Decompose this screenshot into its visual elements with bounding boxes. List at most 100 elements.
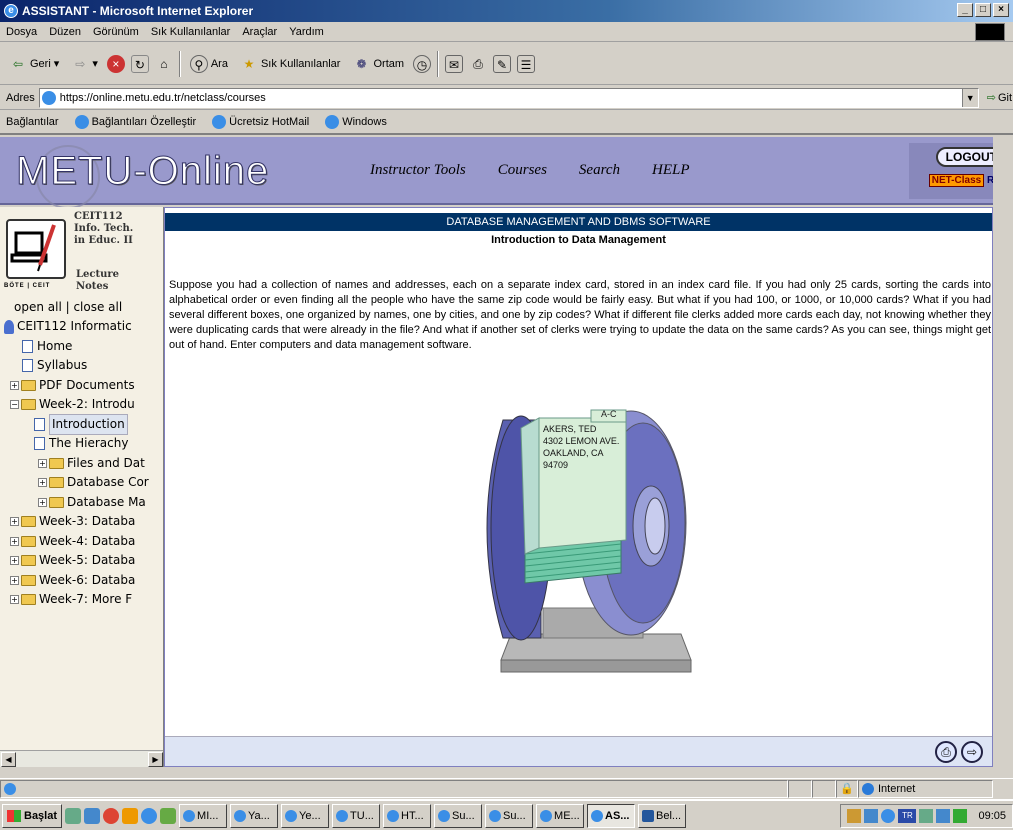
print-icon[interactable]: ⎙ <box>935 741 957 763</box>
expand-icon[interactable]: + <box>10 517 19 527</box>
quicklaunch-icon[interactable] <box>122 807 139 824</box>
show-desktop-icon[interactable] <box>65 807 82 824</box>
tree-item-pdf-documents[interactable]: + PDF Documents <box>4 376 149 396</box>
tree-item-week-3[interactable]: + Week-3: Databa <box>4 512 149 532</box>
expand-icon[interactable]: + <box>38 458 47 468</box>
quicklaunch-icon[interactable] <box>160 807 177 824</box>
nav-instructor-tools[interactable]: Instructor Tools <box>370 162 466 179</box>
tree-root[interactable]: CEIT112 Informatic <box>4 317 149 337</box>
home-icon[interactable]: ⌂ <box>155 55 173 73</box>
tray-icon[interactable] <box>919 808 934 823</box>
windows-logo-icon <box>975 23 1005 41</box>
forward-button[interactable]: ⇨ ▾ <box>68 49 101 79</box>
tree-item-week-2[interactable]: − Week-2: Introdu <box>4 395 149 415</box>
tree-item-home[interactable]: Home <box>4 337 149 357</box>
stop-icon[interactable]: × <box>106 54 125 73</box>
history-icon[interactable]: ◷ <box>413 54 432 73</box>
menu-help[interactable]: Yardım <box>289 26 324 38</box>
taskbar-button[interactable]: TU... <box>332 803 381 828</box>
taskbar-button[interactable]: Bel... <box>638 803 687 828</box>
tree-item-week-4[interactable]: + Week-4: Databa <box>4 532 149 552</box>
link-customize[interactable]: Bağlantıları Özelleştir <box>74 115 196 129</box>
tree-item-syllabus[interactable]: Syllabus <box>4 356 149 376</box>
expand-icon[interactable]: + <box>10 595 19 605</box>
address-input[interactable]: https://online.metu.edu.tr/netclass/cour… <box>38 87 979 108</box>
expand-icon[interactable]: + <box>10 380 19 390</box>
ie-quicklaunch-icon[interactable] <box>141 807 158 824</box>
taskbar-button[interactable]: Su... <box>485 803 534 828</box>
tray-icon[interactable] <box>953 808 968 823</box>
tree-item-week-7[interactable]: + Week-7: More F <box>4 590 149 610</box>
menu-bar: Dosya Düzen Görünüm Sık Kullanılanlar Ar… <box>0 22 1013 42</box>
search-button[interactable]: ⚲ Ara <box>187 49 231 79</box>
nav-search[interactable]: Search <box>579 162 620 179</box>
tree-label: Week-2: Introdu <box>39 397 135 411</box>
media-button[interactable]: ❁ Ortam <box>349 49 407 79</box>
page-title: Introduction to Data Management <box>491 234 666 246</box>
taskbar-button[interactable]: MI... <box>179 803 228 828</box>
discuss-icon[interactable]: ☰ <box>517 54 536 73</box>
menu-tools[interactable]: Araçlar <box>242 26 277 38</box>
title-bar: e ASSISTANT - Microsoft Internet Explore… <box>0 0 1013 22</box>
back-button[interactable]: ⇦ Geri ▾ <box>6 49 62 79</box>
scroll-right-icon[interactable]: ▶ <box>148 752 163 767</box>
tree-item-week-5[interactable]: + Week-5: Databa <box>4 551 149 571</box>
nav-courses[interactable]: Courses <box>498 162 547 179</box>
site-logo[interactable]: METU-Online <box>15 149 269 194</box>
tree-label: Syllabus <box>37 358 88 372</box>
scroll-left-icon[interactable]: ◀ <box>1 752 16 767</box>
print-icon[interactable]: ⎙ <box>469 55 487 73</box>
tree-item-introduction[interactable]: Introduction <box>4 413 149 435</box>
quicklaunch-icon[interactable] <box>84 807 101 824</box>
tree-item-database-ma[interactable]: + Database Ma <box>4 493 149 513</box>
menu-view[interactable]: Görünüm <box>93 26 139 38</box>
clock[interactable]: 09:05 <box>978 810 1006 822</box>
expand-icon[interactable]: + <box>10 575 19 585</box>
menu-favorites[interactable]: Sık Kullanılanlar <box>151 26 231 38</box>
tray-icon[interactable] <box>847 808 862 823</box>
close-button[interactable]: × <box>993 3 1009 17</box>
open-close-all[interactable]: open all | close all <box>14 300 122 314</box>
taskbar-button[interactable]: Su... <box>434 803 483 828</box>
maximize-button[interactable]: □ <box>975 3 991 17</box>
taskbar-button[interactable]: ME... <box>536 803 585 828</box>
tree-item-week-6[interactable]: + Week-6: Databa <box>4 571 149 591</box>
expand-icon[interactable]: + <box>38 478 47 488</box>
quicklaunch-icon[interactable] <box>103 807 120 824</box>
tray-icon[interactable] <box>864 808 879 823</box>
folder-icon <box>49 457 64 469</box>
expand-icon[interactable]: + <box>38 497 47 507</box>
search-label: Ara <box>210 57 228 70</box>
taskbar-button[interactable]: HT... <box>383 803 432 828</box>
refresh-icon[interactable]: ↻ <box>130 54 149 73</box>
collapse-icon[interactable]: − <box>10 400 19 410</box>
go-button[interactable]: ⇨ Git <box>987 91 1012 105</box>
expand-icon[interactable]: + <box>10 556 19 566</box>
minimize-button[interactable]: _ <box>957 3 973 17</box>
next-page-arrow-icon[interactable]: ⇨ <box>961 741 983 763</box>
mail-icon[interactable]: ✉ <box>445 54 464 73</box>
security-cell: 🔒 <box>836 779 858 798</box>
language-indicator[interactable]: TR <box>898 808 917 823</box>
link-hotmail[interactable]: Ücretsiz HotMail <box>212 115 309 129</box>
edit-icon[interactable]: ✎ <box>493 54 512 73</box>
expand-icon[interactable]: + <box>10 536 19 546</box>
nav-help[interactable]: HELP <box>652 162 690 179</box>
taskbar-button[interactable]: Ya... <box>230 803 279 828</box>
menu-file[interactable]: Dosya <box>6 26 37 38</box>
tree-item-database-con[interactable]: + Database Cor <box>4 473 149 493</box>
sidebar-horizontal-scrollbar[interactable]: ◀ ▶ <box>0 750 163 767</box>
tree-item-files-and-data[interactable]: + Files and Dat <box>4 454 149 474</box>
tray-icon[interactable] <box>936 808 951 823</box>
address-dropdown-icon[interactable]: ▼ <box>961 88 978 107</box>
link-windows[interactable]: Windows <box>325 115 387 129</box>
favorites-button[interactable]: ★ Sık Kullanılanlar <box>237 49 344 79</box>
taskbar-button[interactable]: Ye... <box>281 803 330 828</box>
tree-item-hierachy[interactable]: The Hierachy <box>4 434 149 454</box>
taskbar-button-active[interactable]: AS... <box>587 803 636 828</box>
start-button[interactable]: Başlat <box>2 803 63 828</box>
tray-icon[interactable] <box>881 808 896 823</box>
favorites-label: Sık Kullanılanlar <box>260 57 341 70</box>
menu-edit[interactable]: Düzen <box>49 26 81 38</box>
page-vertical-scrollbar[interactable] <box>993 137 1013 767</box>
